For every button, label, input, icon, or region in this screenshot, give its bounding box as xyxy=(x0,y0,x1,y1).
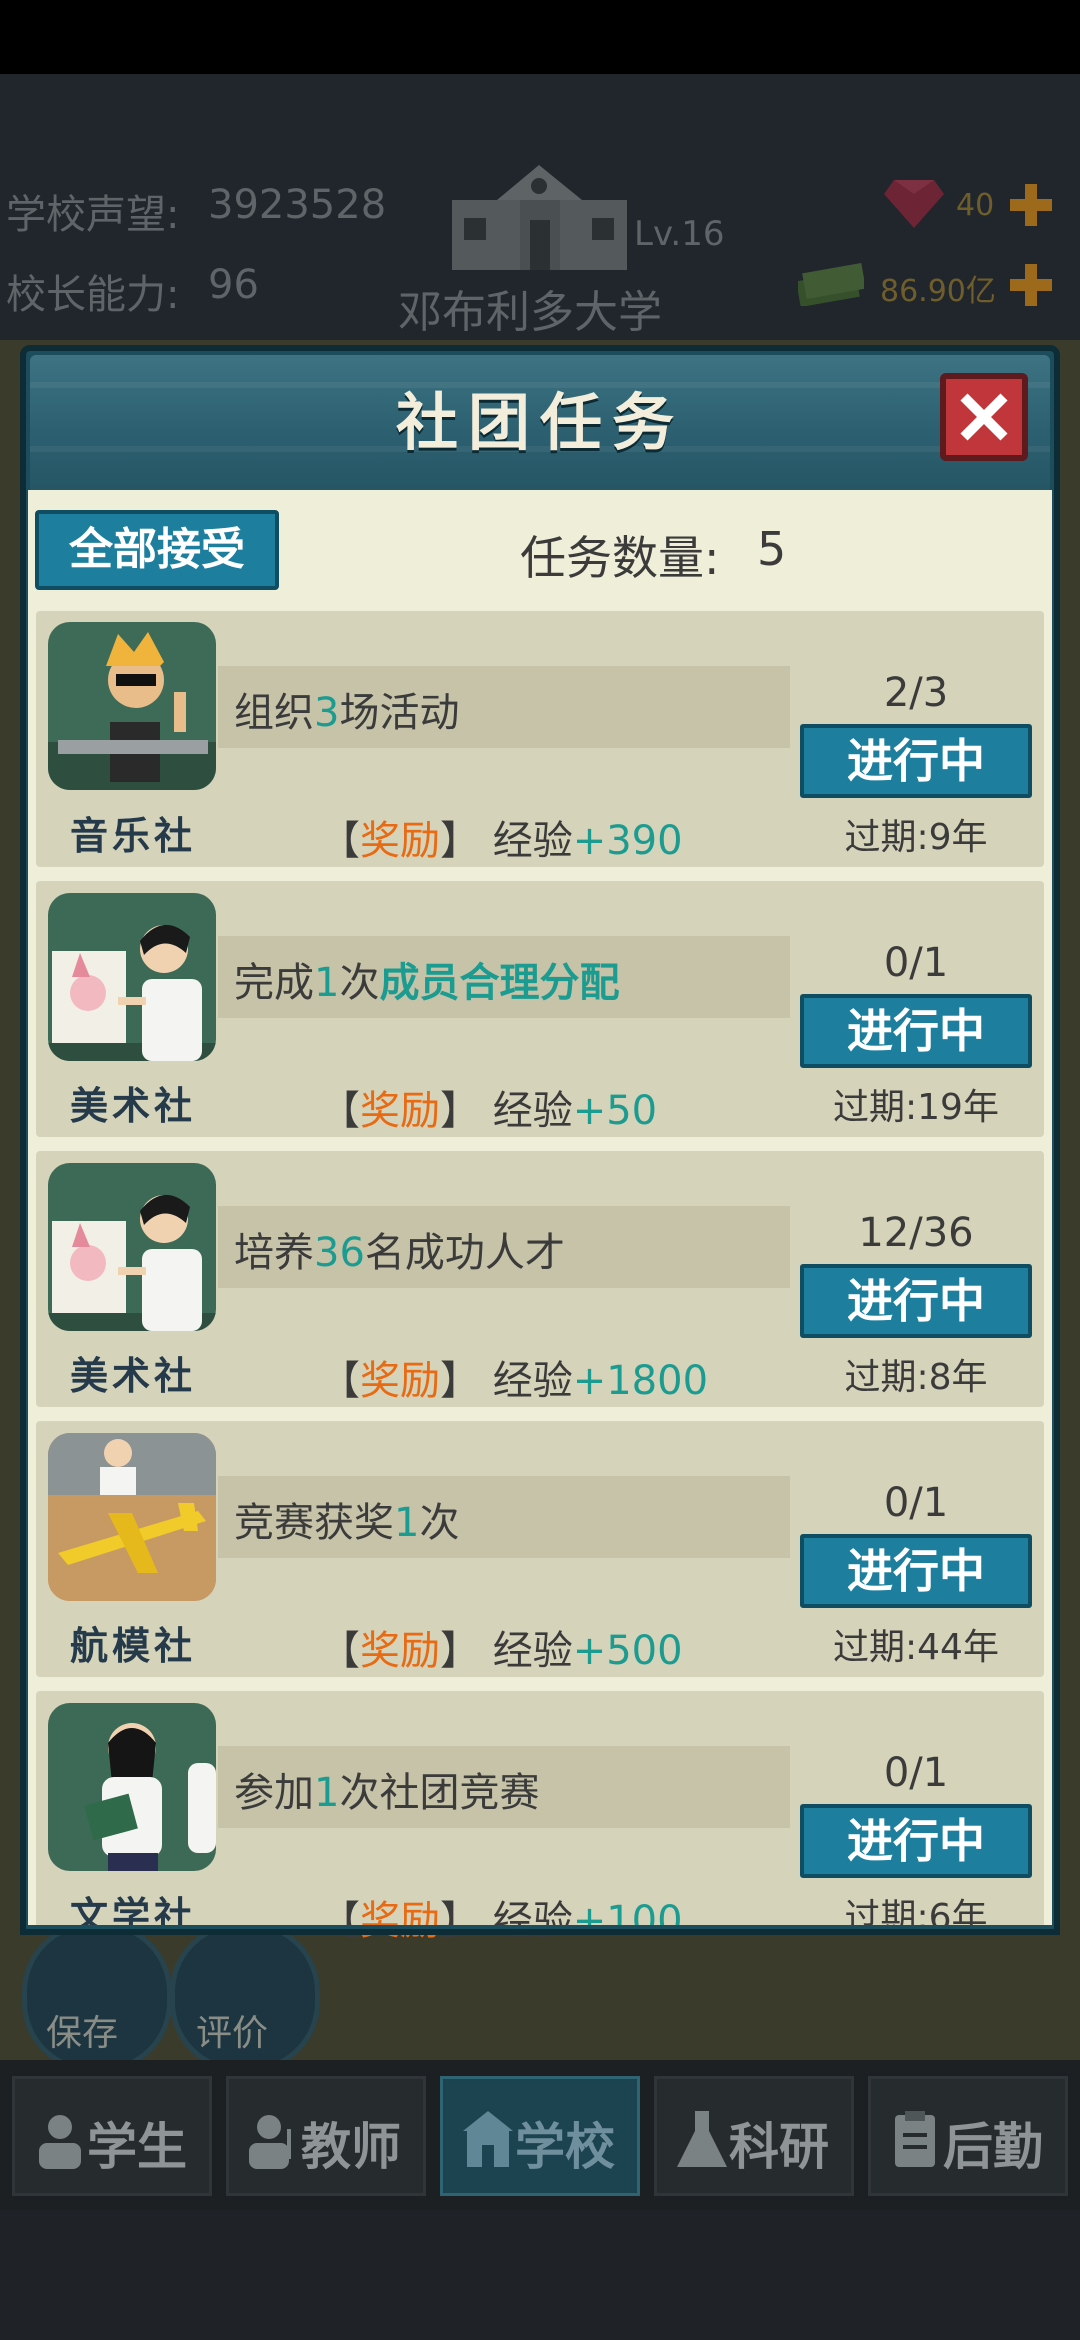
task-description: 组织3场活动 xyxy=(234,690,460,736)
tab-research[interactable]: 科研 xyxy=(654,2076,854,2196)
reputation-label: 学校声望: xyxy=(6,192,180,238)
ability-label: 校长能力: xyxy=(6,272,180,318)
task-expiry: 过期:19年 xyxy=(833,1087,999,1128)
ability-value: 96 xyxy=(208,262,259,308)
map-strip xyxy=(0,1935,1080,2060)
art-club-avatar xyxy=(48,1163,216,1331)
club-name: 音乐社 xyxy=(69,813,196,858)
task-reward: 【奖励】 经验+500 xyxy=(320,1628,683,1674)
task-progress: 2/3 xyxy=(883,670,949,716)
teacher-icon xyxy=(249,2115,291,2169)
accept-all-button[interactable]: 全部接受 xyxy=(35,510,279,590)
navigation-gesture-area xyxy=(0,2210,1080,2340)
student-icon xyxy=(39,2115,81,2169)
flask-icon xyxy=(677,2111,727,2167)
task-reward: 【奖励】 经验+390 xyxy=(320,818,683,864)
aero-model-club-avatar xyxy=(48,1433,216,1601)
school-building-icon xyxy=(452,165,627,270)
task-description: 参加1次社团竞赛 xyxy=(234,1770,540,1816)
task-status-button[interactable]: 进行中 xyxy=(800,1534,1032,1608)
tab-logistics-label: 后勤 xyxy=(943,2118,1043,2176)
literature-club-avatar xyxy=(48,1703,216,1871)
club-name: 美术社 xyxy=(69,1083,196,1128)
task-status-button[interactable]: 进行中 xyxy=(800,724,1032,798)
tab-school-label: 学校 xyxy=(515,2118,615,2176)
school-name: 邓布利多大学 xyxy=(398,287,662,338)
close-button[interactable] xyxy=(940,373,1028,461)
gem-count: 40 xyxy=(956,188,995,223)
add-money-icon[interactable] xyxy=(1008,262,1054,308)
task-progress: 0/1 xyxy=(883,1480,949,1526)
tab-research-label: 科研 xyxy=(729,2118,829,2176)
task-count-label: 任务数量: xyxy=(520,531,720,585)
gem-icon xyxy=(884,180,944,228)
task-description: 培养36名成功人才 xyxy=(234,1230,565,1276)
tab-school[interactable]: 学校 xyxy=(440,2076,640,2196)
art-club-avatar xyxy=(48,893,216,1061)
add-gems-icon[interactable] xyxy=(1008,182,1054,228)
task-progress: 12/36 xyxy=(858,1210,974,1256)
task-status-button[interactable]: 进行中 xyxy=(800,994,1032,1068)
money-amount: 86.90亿 xyxy=(880,274,996,309)
task-progress: 0/1 xyxy=(883,1750,949,1796)
task-expiry: 过期:8年 xyxy=(844,1357,988,1398)
task-progress: 0/1 xyxy=(883,940,949,986)
task-description: 完成1次成员合理分配 xyxy=(234,959,620,1006)
close-icon xyxy=(960,393,1008,441)
tab-teachers[interactable]: 教师 xyxy=(226,2076,426,2196)
task-status-button[interactable]: 进行中 xyxy=(800,1264,1032,1338)
task-count-value: 5 xyxy=(757,522,787,576)
dialog-bottom-edge xyxy=(20,1925,1060,1935)
task-expiry: 过期:44年 xyxy=(833,1627,999,1668)
tab-teachers-label: 教师 xyxy=(301,2118,401,2176)
club-name: 航模社 xyxy=(69,1623,196,1668)
tab-logistics[interactable]: 后勤 xyxy=(868,2076,1068,2196)
task-reward: 【奖励】 经验+1800 xyxy=(320,1358,709,1404)
tab-students[interactable]: 学生 xyxy=(12,2076,212,2196)
reputation-value: 3923528 xyxy=(208,182,387,228)
money-icon xyxy=(798,262,864,306)
task-reward: 【奖励】 经验+50 xyxy=(320,1088,658,1134)
music-club-avatar xyxy=(48,622,216,790)
clipboard-icon xyxy=(895,2111,935,2167)
task-description: 竞赛获奖1次 xyxy=(234,1500,460,1546)
school-level: Lv.16 xyxy=(634,214,725,254)
task-expiry: 过期:9年 xyxy=(844,817,988,858)
system-status-bar xyxy=(0,0,1080,74)
school-icon xyxy=(463,2111,513,2167)
task-status-button[interactable]: 进行中 xyxy=(800,1804,1032,1878)
tab-students-label: 学生 xyxy=(87,2118,187,2176)
dialog-title: 社团任务 xyxy=(395,386,684,459)
club-name: 美术社 xyxy=(69,1353,196,1398)
